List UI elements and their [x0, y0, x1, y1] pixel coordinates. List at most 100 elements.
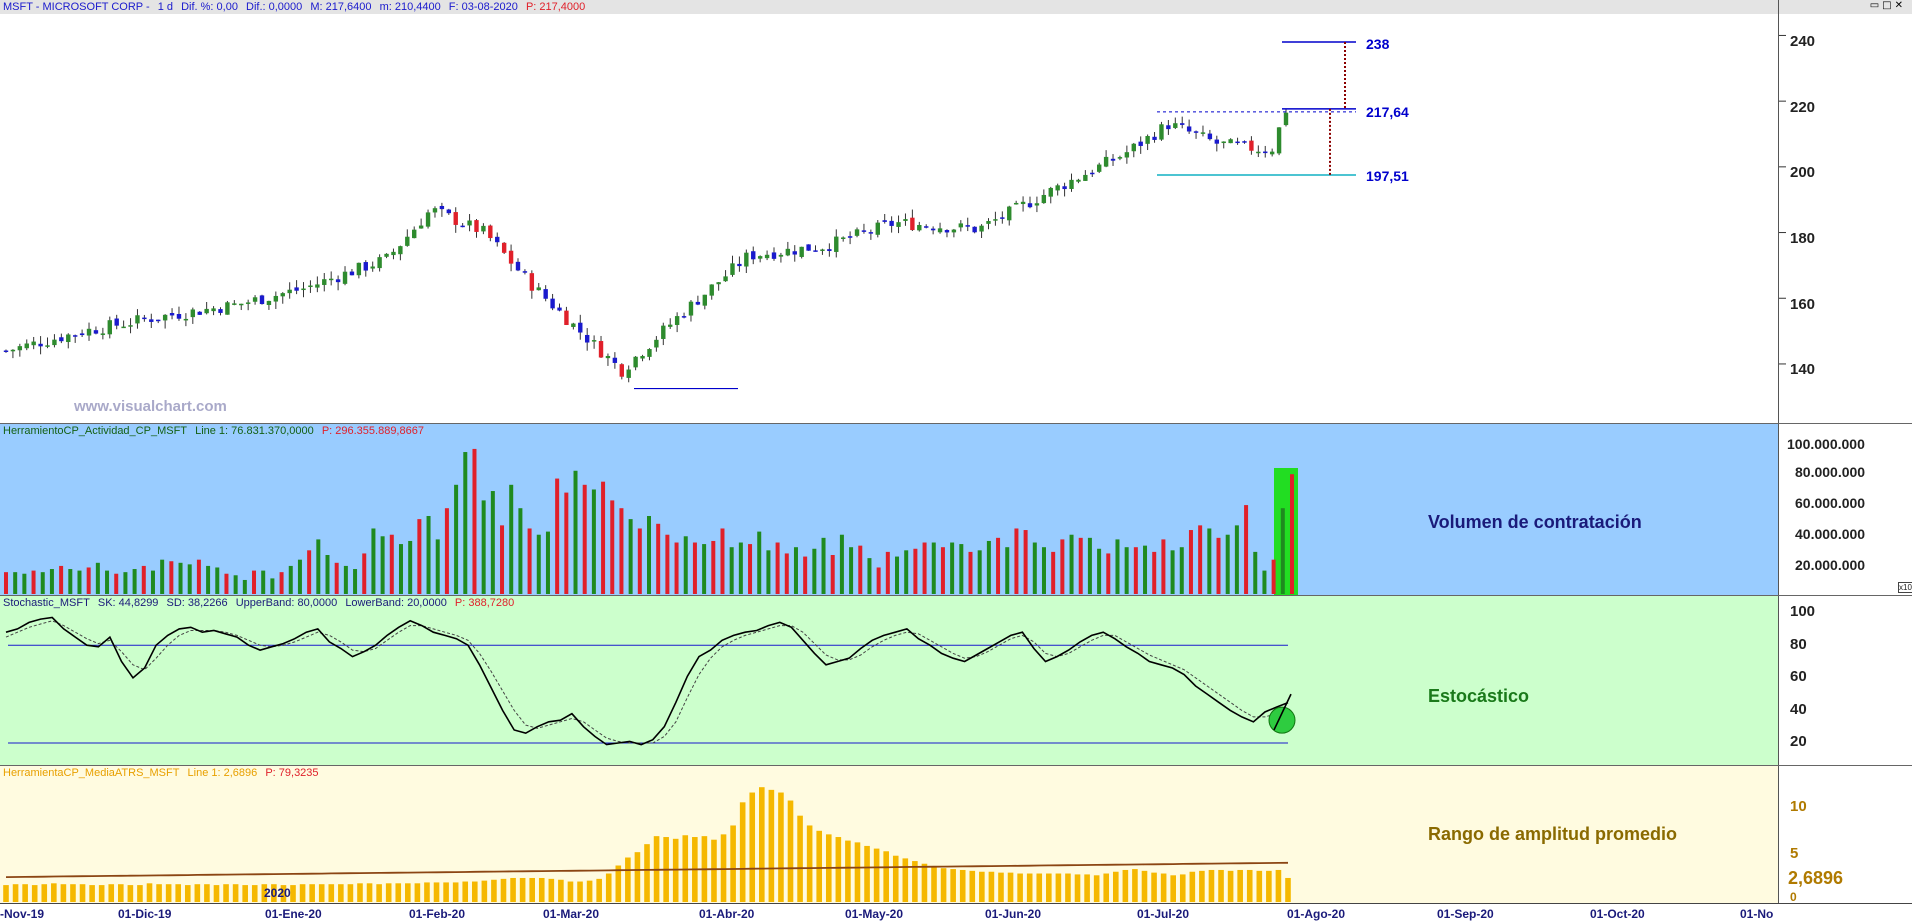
volume-bar	[353, 569, 358, 594]
atr-bar	[1065, 873, 1071, 902]
candle-body	[287, 289, 292, 294]
candle-body	[751, 251, 756, 260]
candle-body	[52, 339, 57, 346]
volume-bar	[1152, 551, 1157, 594]
watermark: www.visualchart.com	[74, 398, 227, 415]
candle-body	[522, 271, 528, 273]
atr-bar	[510, 877, 516, 902]
candle-body	[785, 248, 791, 256]
candle-body	[1020, 201, 1026, 205]
volume-bar	[1097, 548, 1102, 594]
candle-body	[771, 252, 777, 259]
candle-body	[1235, 141, 1240, 144]
candle-body	[792, 251, 797, 255]
candle-body	[474, 220, 479, 232]
stoch-sd-line	[5, 620, 1289, 744]
atr-bar	[883, 851, 889, 902]
candle-body	[716, 282, 721, 285]
candle-body	[958, 223, 964, 228]
atr-bar	[481, 880, 488, 902]
volume-bar	[472, 448, 477, 594]
candle-body	[1186, 126, 1192, 132]
atr-bar	[165, 884, 172, 902]
volume-bar	[1280, 508, 1285, 594]
atr-bar	[816, 830, 823, 902]
atr-bar	[1046, 873, 1052, 902]
date-label-ene20: 01-Ene-20	[265, 907, 322, 921]
candle-body	[315, 284, 320, 288]
atr-bar	[835, 837, 842, 902]
atr-bar	[768, 789, 775, 902]
date-label-nov20: 01-No	[1740, 907, 1774, 921]
candle-body	[190, 309, 196, 318]
atr-bar	[357, 883, 363, 902]
candle-body	[135, 315, 140, 324]
atr-bar	[127, 885, 134, 902]
atr-bar	[567, 881, 574, 902]
atr-bar	[864, 845, 870, 902]
candle-body	[1200, 132, 1206, 134]
candle-body	[72, 335, 78, 337]
atr-bar	[223, 884, 229, 902]
candle-body	[584, 334, 590, 343]
atr-bar	[1036, 873, 1043, 902]
volume-bar	[692, 542, 697, 594]
candle-body	[854, 229, 860, 236]
atr-bar	[242, 885, 248, 902]
candle-body	[149, 319, 154, 322]
atr-bar	[1122, 869, 1129, 902]
atr-bar	[175, 884, 182, 902]
atr-bar	[634, 852, 641, 902]
atr-bar	[625, 857, 631, 902]
candle-body	[661, 325, 666, 339]
volume-bar	[1207, 528, 1212, 594]
volume-bar	[481, 500, 486, 594]
volume-bar	[141, 565, 146, 594]
volume-bar	[986, 540, 991, 594]
candle-body	[550, 298, 555, 309]
atr-bar	[3, 885, 9, 902]
atr-bar	[118, 884, 124, 902]
candle-body	[100, 333, 106, 335]
volume-bar	[1161, 539, 1166, 594]
volume-bar	[555, 478, 560, 594]
atr-bar	[644, 844, 650, 902]
atr-bar	[711, 839, 717, 902]
candle-body	[225, 302, 230, 315]
volume-bar	[1290, 474, 1294, 594]
volume-bar	[849, 547, 854, 594]
volume-bar	[1244, 505, 1249, 594]
candle-body	[744, 252, 749, 267]
volume-bar	[683, 536, 688, 594]
volume-bar	[380, 536, 385, 594]
volume-bar	[4, 572, 8, 594]
atr-bar	[12, 884, 19, 902]
atr-bar	[538, 877, 545, 902]
candle-body	[467, 220, 472, 226]
volume-bar	[748, 544, 753, 594]
volume-bar	[123, 572, 128, 594]
candle-body	[1221, 141, 1226, 144]
atr-bar	[1227, 870, 1234, 902]
candle-body	[79, 333, 85, 336]
atr-bar	[79, 884, 86, 902]
volume-bar	[31, 570, 36, 594]
candle-body	[405, 236, 410, 246]
candle-body	[322, 279, 327, 285]
candle-body	[342, 271, 348, 284]
atr-bar	[806, 825, 813, 902]
date-label-jun20: 01-Jun-20	[985, 907, 1042, 921]
atr-bar	[60, 884, 67, 902]
volume-bar	[1216, 537, 1221, 594]
current-volume-highlight	[1274, 468, 1298, 596]
candle-body	[1193, 131, 1199, 133]
volume-bar	[876, 567, 881, 594]
volume-bar	[582, 484, 587, 594]
candle-body	[965, 225, 970, 227]
atr-bar	[854, 842, 861, 902]
volume-bar	[738, 542, 743, 594]
candle-body	[1124, 152, 1130, 158]
atr-bar	[414, 883, 421, 902]
volume-bar	[40, 572, 45, 594]
candle-body	[377, 257, 382, 269]
